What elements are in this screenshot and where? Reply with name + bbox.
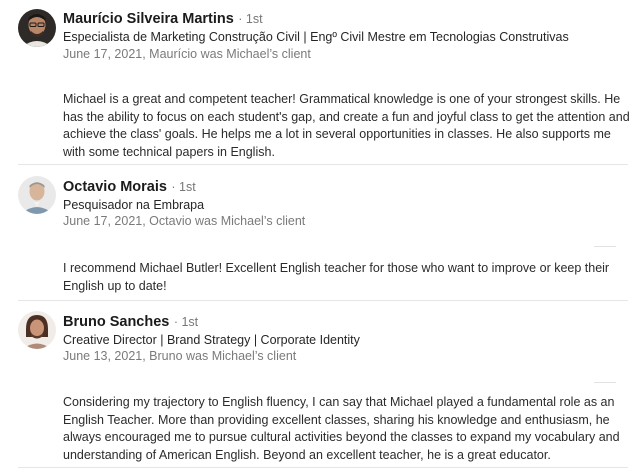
recommender-headline: Creative Director | Brand Strategy | Cor… — [63, 333, 360, 347]
avatar[interactable] — [18, 9, 56, 47]
faint-rule — [594, 246, 616, 247]
recommendation-meta: June 13, 2021, Bruno was Michael’s clien… — [63, 349, 297, 363]
recommender-headline: Pesquisador na Embrapa — [63, 198, 205, 212]
recommendation-meta: June 17, 2021, Octavio was Michael’s cli… — [63, 214, 306, 228]
recommendation-text: Considering my trajectory to English flu… — [63, 395, 620, 462]
recommender-name[interactable]: Maurício Silveira Martins — [63, 11, 234, 27]
connection-degree: · 1st — [171, 180, 196, 194]
name-row: Bruno Sanches · 1st — [63, 314, 198, 330]
profile-photo-icon — [18, 9, 56, 47]
connection-degree: · 1st — [173, 315, 199, 329]
name-row: Octavio Morais · 1st — [63, 179, 196, 195]
recommendation-text: Michael is a great and competent teacher… — [63, 92, 630, 159]
profile-photo-icon — [18, 311, 56, 349]
profile-photo-icon — [18, 176, 56, 214]
recommender-headline: Especialista de Marketing Construção Civ… — [63, 30, 569, 44]
faint-rule — [594, 382, 616, 383]
avatar[interactable] — [18, 311, 56, 349]
recommendation-text: I recommend Michael Butler! Excellent En… — [63, 261, 610, 293]
connection-degree: · 1st — [238, 12, 263, 26]
avatar[interactable] — [18, 176, 56, 214]
recommender-name[interactable]: Bruno Sanches — [63, 314, 169, 330]
recommendation-item: Bruno Sanches · 1st Creative Director | … — [0, 301, 640, 470]
recommendation-item: Maurício Silveira Martins · 1st Especial… — [0, 0, 640, 164]
recommender-name[interactable]: Octavio Morais — [63, 179, 167, 195]
divider — [18, 467, 628, 468]
recommendation-meta: June 17, 2021, Maurício was Michael’s cl… — [63, 47, 311, 61]
recommendation-item: Octavio Morais · 1st Pesquisador na Embr… — [0, 165, 640, 300]
name-row: Maurício Silveira Martins · 1st — [63, 11, 263, 27]
